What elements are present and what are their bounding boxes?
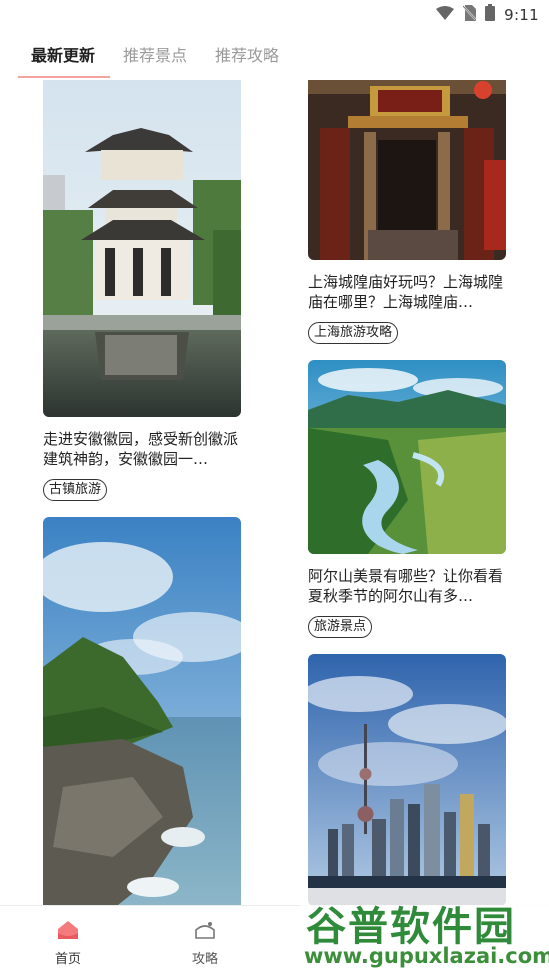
article-tag[interactable]: 古镇旅游 bbox=[43, 479, 108, 501]
top-tabs: 最新更新 推荐景点 推荐攻略 bbox=[0, 30, 549, 80]
article-card[interactable] bbox=[43, 517, 241, 906]
nav-guide-label: 攻略 bbox=[191, 952, 218, 967]
status-bar: 9:11 bbox=[0, 0, 549, 28]
home-icon bbox=[57, 921, 79, 944]
article-title: 阿尔山美景有哪些？让你看看夏秋季节的阿尔山有多… bbox=[308, 567, 504, 605]
site-watermark: 谷普软件园 www.gupuxlazai.com bbox=[300, 888, 549, 976]
article-card[interactable]: 阿尔山美景有哪些？让你看看夏秋季节的阿尔山有多… 旅游景点 bbox=[308, 360, 506, 638]
tab-latest-updates[interactable]: 最新更新 bbox=[31, 42, 95, 66]
guide-icon bbox=[194, 922, 216, 944]
rocky-coast-photo bbox=[43, 517, 241, 906]
article-card[interactable]: 走进安徽徽园，感受新创徽派建筑神韵，安徽徽园一… 古镇旅游 bbox=[43, 80, 241, 501]
no-sim-icon bbox=[462, 4, 477, 25]
nav-home[interactable]: 首页 bbox=[38, 920, 98, 967]
nav-home-label: 首页 bbox=[54, 952, 81, 967]
tab-recommended-spots[interactable]: 推荐景点 bbox=[123, 42, 187, 66]
article-title: 走进安徽徽园，感受新创徽派建筑神韵，安徽徽园一… bbox=[43, 430, 239, 468]
pavilion-reflection-photo bbox=[43, 80, 241, 417]
active-tab-indicator bbox=[18, 76, 110, 78]
article-tag[interactable]: 上海旅游攻略 bbox=[308, 322, 399, 344]
status-time: 9:11 bbox=[504, 5, 539, 24]
wifi-icon bbox=[436, 5, 455, 24]
article-tag[interactable]: 旅游景点 bbox=[308, 616, 373, 638]
article-feed[interactable]: 走进安徽徽园，感受新创徽派建筑神韵，安徽徽园一… 古镇旅游 上海城隍庙好玩吗？上… bbox=[0, 80, 549, 906]
temple-gate-photo bbox=[308, 80, 506, 260]
valley-lake-photo bbox=[308, 360, 506, 554]
battery-icon bbox=[485, 4, 496, 25]
article-card[interactable]: 上海城隍庙好玩吗？上海城隍庙在哪里？上海城隍庙… 上海旅游攻略 bbox=[308, 80, 506, 344]
shanghai-skyline-photo bbox=[308, 654, 506, 906]
nav-guide[interactable]: 攻略 bbox=[175, 920, 235, 967]
article-title: 上海城隍庙好玩吗？上海城隍庙在哪里？上海城隍庙… bbox=[308, 273, 504, 311]
watermark-url: www.gupuxlazai.com bbox=[304, 944, 549, 968]
tab-recommended-guides[interactable]: 推荐攻略 bbox=[215, 42, 279, 66]
article-card[interactable] bbox=[308, 654, 506, 906]
